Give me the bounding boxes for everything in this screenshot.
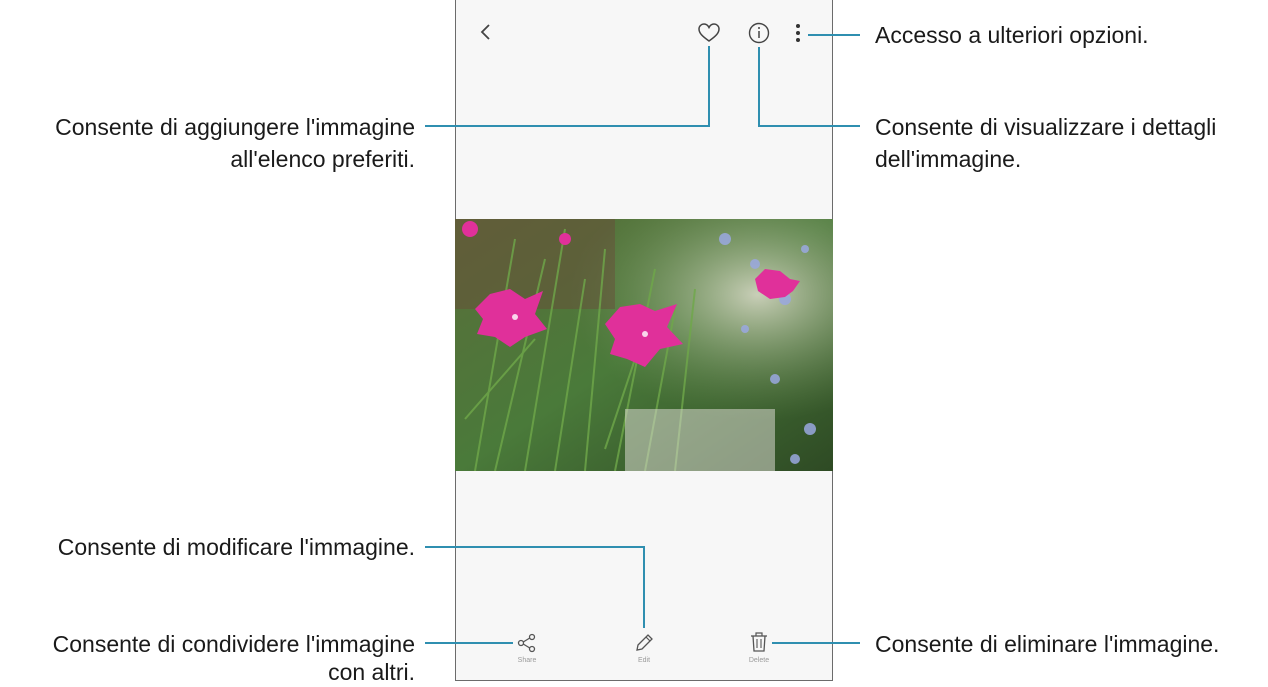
callout-line-favorites-v: [708, 46, 710, 127]
callout-line-details-v: [758, 47, 760, 127]
back-chevron-left-icon[interactable]: [478, 22, 494, 42]
caption-details-line1: Consente di visualizzare i dettagli: [875, 114, 1217, 140]
caption-edit: Consente di modificare l'immagine.: [57, 534, 415, 560]
delete-button-label[interactable]: Delete: [729, 657, 789, 664]
callout-line-edit-v: [643, 546, 645, 628]
share-button-label[interactable]: Share: [497, 657, 557, 664]
info-icon[interactable]: [748, 22, 770, 44]
caption-share-line1: Consente di condividere l'immagine: [52, 631, 415, 657]
callout-line-share: [425, 642, 513, 644]
callout-line-delete: [772, 642, 860, 644]
edit-pencil-icon[interactable]: [633, 632, 655, 654]
callout-line-more-options: [808, 34, 860, 36]
delete-trash-icon[interactable]: [749, 631, 769, 653]
flower-photo: [455, 219, 833, 471]
caption-details-line2: dell'immagine.: [875, 146, 1022, 172]
more-options-vertical-ellipsis-icon[interactable]: [793, 22, 803, 44]
edit-button-label[interactable]: Edit: [614, 657, 674, 664]
callout-line-details-h: [758, 125, 860, 127]
caption-delete: Consente di eliminare l'immagine.: [875, 631, 1220, 657]
caption-favorites-line2: all'elenco preferiti.: [230, 146, 415, 172]
caption-share-line2: con altri.: [328, 659, 415, 685]
caption-more-options: Accesso a ulteriori opzioni.: [875, 22, 1149, 48]
favorite-heart-icon[interactable]: [698, 23, 720, 43]
caption-favorites-line1: Consente di aggiungere l'immagine: [55, 114, 415, 140]
callout-line-edit-h: [425, 546, 645, 548]
callout-line-favorites-h: [425, 125, 709, 127]
flower-photo-image: [455, 219, 833, 471]
share-icon[interactable]: [517, 633, 537, 653]
